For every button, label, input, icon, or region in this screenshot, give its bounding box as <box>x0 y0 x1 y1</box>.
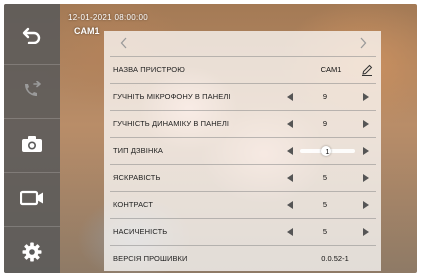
setting-row-ring-type: ТИП ДЗВІНКА 1 <box>110 137 376 163</box>
setting-label: ВЕРСІЯ ПРОШИВКИ <box>113 254 188 263</box>
call-transfer-icon <box>22 80 42 99</box>
setting-row-brightness: ЯСКРАВІСТЬ 5 <box>110 164 376 190</box>
edit-name-button[interactable] <box>360 63 374 77</box>
next-page-button[interactable] <box>355 35 371 51</box>
setting-label: ГУЧНІТЬ МІКРОФОНУ В ПАНЕЛІ <box>113 92 231 101</box>
contrast-value: 5 <box>322 200 328 209</box>
setting-row-mic-volume: ГУЧНІТЬ МІКРОФОНУ В ПАНЕЛІ 9 <box>110 83 376 109</box>
settings-gear-icon <box>22 242 42 262</box>
setting-label: НАЗВА ПРИСТРОЮ <box>113 65 185 74</box>
setting-label: КОНТРАСТ <box>113 200 154 209</box>
call-transfer-button[interactable] <box>4 64 60 114</box>
decrease-arrow-icon[interactable] <box>287 146 293 155</box>
record-video-button[interactable] <box>4 172 60 222</box>
setting-row-speaker-volume: ГУЧНІСТЬ ДИНАМІКУ В ПАНЕЛІ 9 <box>110 110 376 136</box>
decrease-arrow-icon[interactable] <box>287 200 293 209</box>
mic-volume-value: 9 <box>322 92 328 101</box>
ring-type-value: 1 <box>325 147 330 156</box>
increase-arrow-icon[interactable] <box>363 119 369 128</box>
setting-label: ЯСКРАВІСТЬ <box>113 173 161 182</box>
camera-icon <box>21 135 43 153</box>
panel-nav <box>104 31 381 55</box>
settings-panel: НАЗВА ПРИСТРОЮ CAM1 ГУЧНІТЬ МІКРОФОНУ В … <box>104 31 381 271</box>
setting-row-firmware: ВЕРСІЯ ПРОШИВКИ 0.0.52-1 <box>110 245 376 271</box>
speaker-volume-value: 9 <box>322 119 328 128</box>
back-button[interactable] <box>4 10 60 60</box>
video-record-icon <box>20 190 44 206</box>
device-name-value: CAM1 <box>320 65 342 74</box>
increase-arrow-icon[interactable] <box>363 173 369 182</box>
setting-label: ГУЧНІСТЬ ДИНАМІКУ В ПАНЕЛІ <box>113 119 230 128</box>
settings-button[interactable] <box>4 226 60 273</box>
decrease-arrow-icon[interactable] <box>287 227 293 236</box>
pencil-icon <box>362 64 373 76</box>
decrease-arrow-icon[interactable] <box>287 92 293 101</box>
setting-label: НАСИЧЕНІСТЬ <box>113 227 168 236</box>
setting-row-saturation: НАСИЧЕНІСТЬ 5 <box>110 218 376 244</box>
increase-arrow-icon[interactable] <box>363 227 369 236</box>
brightness-value: 5 <box>322 173 328 182</box>
back-icon <box>22 26 42 44</box>
intercom-screen: 12-01-2021 08:00:00 CAM1 НАЗВА ПРИСТРОЮ … <box>4 4 417 273</box>
increase-arrow-icon[interactable] <box>363 92 369 101</box>
prev-page-button[interactable] <box>116 35 132 51</box>
increase-arrow-icon[interactable] <box>363 200 369 209</box>
sidebar <box>4 4 60 273</box>
chevron-right-icon <box>360 37 367 49</box>
firmware-version-value: 0.0.52-1 <box>321 254 349 263</box>
decrease-arrow-icon[interactable] <box>287 173 293 182</box>
osd-camera-name: CAM1 <box>74 26 100 36</box>
setting-row-device-name: НАЗВА ПРИСТРОЮ CAM1 <box>110 56 376 82</box>
chevron-left-icon <box>120 37 127 49</box>
saturation-value: 5 <box>322 227 328 236</box>
decrease-arrow-icon[interactable] <box>287 119 293 128</box>
setting-label: ТИП ДЗВІНКА <box>113 146 164 155</box>
osd-datetime: 12-01-2021 08:00:00 <box>68 13 148 22</box>
snapshot-button[interactable] <box>4 118 60 168</box>
increase-arrow-icon[interactable] <box>363 146 369 155</box>
setting-row-contrast: КОНТРАСТ 5 <box>110 191 376 217</box>
